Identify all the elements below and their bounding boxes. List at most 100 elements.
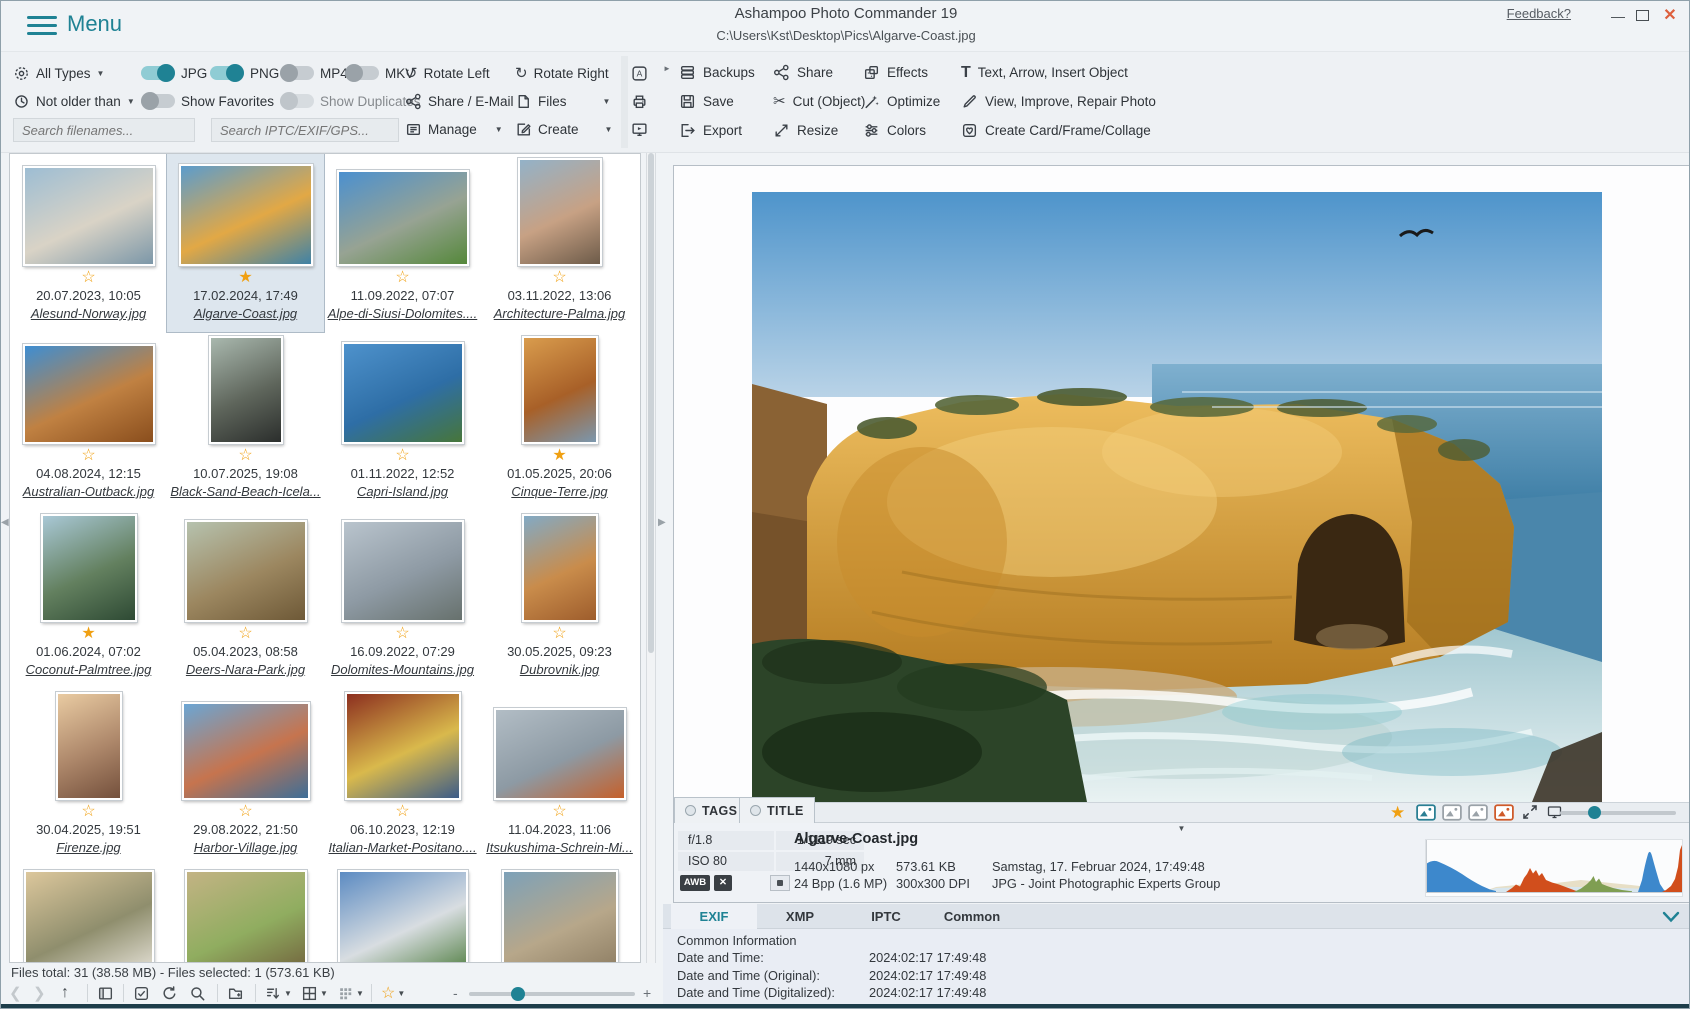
thumbnail-filename[interactable]: Architecture-Palma.jpg bbox=[481, 306, 638, 324]
thumbnail-image[interactable] bbox=[342, 342, 464, 444]
png-filter[interactable]: PNG bbox=[210, 60, 279, 86]
thumbnail-filename[interactable]: Cinque-Terre.jpg bbox=[481, 484, 638, 502]
thumbnail-image[interactable] bbox=[23, 166, 155, 266]
favorite-star-icon[interactable]: ☆ bbox=[324, 447, 481, 466]
thumbnail-image[interactable] bbox=[502, 870, 618, 963]
thumbnail-tile[interactable]: ☆ 29.08.2022, 21:50 Harbor-Village.jpg bbox=[167, 688, 324, 866]
thumbnail-image[interactable] bbox=[522, 514, 598, 622]
select-mode-button[interactable] bbox=[133, 982, 150, 1004]
back-button[interactable]: ❮ bbox=[9, 982, 22, 1004]
cut-object-button[interactable]: ✂Cut (Object) bbox=[773, 87, 865, 116]
files-dropdown[interactable]: Files▼ bbox=[515, 88, 610, 114]
thumbnail-filename[interactable]: Australian-Outback.jpg bbox=[10, 484, 167, 502]
maximize-button[interactable] bbox=[1633, 7, 1651, 25]
meta-tab-xmp[interactable]: XMP bbox=[757, 904, 843, 929]
new-folder-button[interactable] bbox=[227, 982, 244, 1004]
thumbnail-tile[interactable] bbox=[167, 866, 324, 963]
thumbnail-image[interactable] bbox=[522, 336, 598, 444]
collapse-divider-icon[interactable]: ▶ bbox=[658, 517, 666, 528]
colors-button[interactable]: Colors bbox=[863, 116, 940, 145]
thumbnail-tile[interactable] bbox=[481, 866, 638, 963]
text-arrow-insert-button[interactable]: TText, Arrow, Insert Object bbox=[961, 58, 1156, 87]
refresh-button[interactable] bbox=[161, 982, 178, 1004]
favorite-star-icon[interactable]: ☆ bbox=[167, 447, 324, 466]
fullscreen-button[interactable] bbox=[1522, 804, 1538, 825]
favorite-star-icon[interactable]: ☆ bbox=[167, 625, 324, 644]
favorite-star-icon[interactable]: ☆ bbox=[324, 269, 481, 288]
collapse-left-panel-icon[interactable]: ◀ bbox=[1, 517, 9, 528]
thumbnail-filename[interactable]: Dolomites-Mountains.jpg bbox=[324, 662, 481, 680]
thumbnail-tile[interactable]: ☆ 11.09.2022, 07:07 Alpe-di-Siusi-Dolomi… bbox=[324, 154, 481, 332]
browser-scrollbar[interactable] bbox=[646, 153, 656, 963]
thumbnail-size-button[interactable]: ▼ bbox=[337, 982, 364, 1004]
collapse-info-icon[interactable]: ▼ bbox=[1178, 824, 1186, 833]
zoom-out-label[interactable]: - bbox=[453, 985, 458, 1001]
thumbnail-image[interactable] bbox=[185, 520, 307, 622]
thumbnail-tile[interactable]: ☆ 11.04.2023, 11:06 Itsukushima-Schrein-… bbox=[481, 688, 638, 866]
thumbnail-image[interactable] bbox=[182, 702, 310, 800]
original-size-button[interactable] bbox=[1442, 804, 1462, 821]
tab-title[interactable]: TITLE bbox=[739, 797, 815, 823]
thumbnail-image[interactable] bbox=[185, 870, 307, 963]
thumbnail-image[interactable] bbox=[209, 336, 283, 444]
all-types-dropdown[interactable]: All Types▼ bbox=[13, 60, 104, 86]
show-favorites-toggle[interactable] bbox=[141, 94, 175, 108]
mkv-toggle[interactable] bbox=[345, 66, 379, 80]
menu-button[interactable]: Menu bbox=[67, 11, 122, 37]
preview-zoom-slider[interactable] bbox=[1560, 811, 1676, 815]
thumbnail-image[interactable] bbox=[337, 170, 469, 266]
favorite-star-icon[interactable]: ★ bbox=[1390, 803, 1405, 822]
scrollbar-thumb[interactable] bbox=[648, 153, 654, 653]
thumbnail-filename[interactable]: Coconut-Palmtree.jpg bbox=[10, 662, 167, 680]
thumbnail-image[interactable] bbox=[179, 164, 313, 266]
crop-view-button[interactable] bbox=[1494, 804, 1514, 821]
thumbnail-image[interactable] bbox=[494, 708, 626, 800]
thumbnail-tile[interactable]: ☆ 06.10.2023, 12:19 Italian-Market-Posit… bbox=[324, 688, 481, 866]
thumbnail-tile[interactable]: ☆ 04.08.2024, 12:15 Australian-Outback.j… bbox=[10, 332, 167, 510]
thumbnail-tile[interactable]: ☆ 05.04.2023, 08:58 Deers-Nara-Park.jpg bbox=[167, 510, 324, 688]
minimize-button[interactable]: — bbox=[1609, 7, 1627, 25]
up-folder-button[interactable]: ↑ bbox=[61, 982, 69, 1004]
share-email-button[interactable]: Share / E-Mail bbox=[405, 88, 514, 114]
thumbnail-filename[interactable]: Dubrovnik.jpg bbox=[481, 662, 638, 680]
mp4-filter[interactable]: MP4 bbox=[280, 60, 348, 86]
save-button[interactable]: Save bbox=[679, 87, 755, 116]
thumbnail-image[interactable] bbox=[41, 514, 137, 622]
mp4-toggle[interactable] bbox=[280, 66, 314, 80]
favorite-star-icon[interactable]: ★ bbox=[167, 269, 324, 288]
share-button[interactable]: Share bbox=[773, 58, 865, 87]
close-button[interactable]: ✕ bbox=[1661, 7, 1679, 25]
zoom-in-label[interactable]: + bbox=[643, 985, 651, 1001]
favorite-star-icon[interactable]: ☆ bbox=[10, 447, 167, 466]
export-button[interactable]: Export bbox=[679, 116, 755, 145]
create-card-frame-collage-button[interactable]: Create Card/Frame/Collage bbox=[961, 116, 1156, 145]
thumbnail-tile[interactable]: ☆ 30.04.2025, 19:51 Firenze.jpg bbox=[10, 688, 167, 866]
thumbnail-tile[interactable]: ★ 17.02.2024, 17:49 Algarve-Coast.jpg bbox=[167, 154, 324, 332]
thumbnail-filename[interactable]: Black-Sand-Beach-Icela... bbox=[167, 484, 324, 502]
hamburger-menu-icon[interactable] bbox=[27, 16, 57, 36]
meta-tab-exif[interactable]: EXIF bbox=[671, 904, 757, 929]
panel-layout-button[interactable] bbox=[97, 982, 114, 1004]
thumbnail-image[interactable] bbox=[345, 692, 461, 800]
chevron-down-icon[interactable] bbox=[1661, 910, 1681, 929]
create-dropdown[interactable]: Create▼ bbox=[515, 116, 612, 142]
slideshow-button[interactable] bbox=[631, 116, 648, 142]
resize-button[interactable]: Resize bbox=[773, 116, 865, 145]
thumbnail-filename[interactable]: Alesund-Norway.jpg bbox=[10, 306, 167, 324]
meta-tab-common[interactable]: Common bbox=[929, 904, 1015, 929]
thumbnail-filename[interactable]: Italian-Market-Positano.... bbox=[324, 840, 481, 858]
thumbnail-filename[interactable]: Alpe-di-Siusi-Dolomites.... bbox=[324, 306, 481, 324]
effects-button[interactable]: Effects bbox=[863, 58, 940, 87]
magnifier-button[interactable] bbox=[189, 982, 206, 1004]
backups-button[interactable]: Backups bbox=[679, 58, 755, 87]
thumbnail-tile[interactable]: ☆ 10.07.2025, 19:08 Black-Sand-Beach-Ice… bbox=[167, 332, 324, 510]
thumbnail-filename[interactable]: Algarve-Coast.jpg bbox=[167, 306, 324, 324]
tab-tags[interactable]: TAGS bbox=[674, 797, 748, 823]
thumbnail-tile[interactable]: ☆ 30.05.2025, 09:23 Dubrovnik.jpg bbox=[481, 510, 638, 688]
png-toggle[interactable] bbox=[210, 66, 244, 80]
thumbnail-image[interactable] bbox=[342, 520, 464, 622]
favorite-star-icon[interactable]: ☆ bbox=[10, 269, 167, 288]
favorite-star-icon[interactable]: ☆ bbox=[481, 625, 638, 644]
not-older-than-dropdown[interactable]: Not older than▼ bbox=[13, 88, 135, 114]
meta-tab-iptc[interactable]: IPTC bbox=[843, 904, 929, 929]
